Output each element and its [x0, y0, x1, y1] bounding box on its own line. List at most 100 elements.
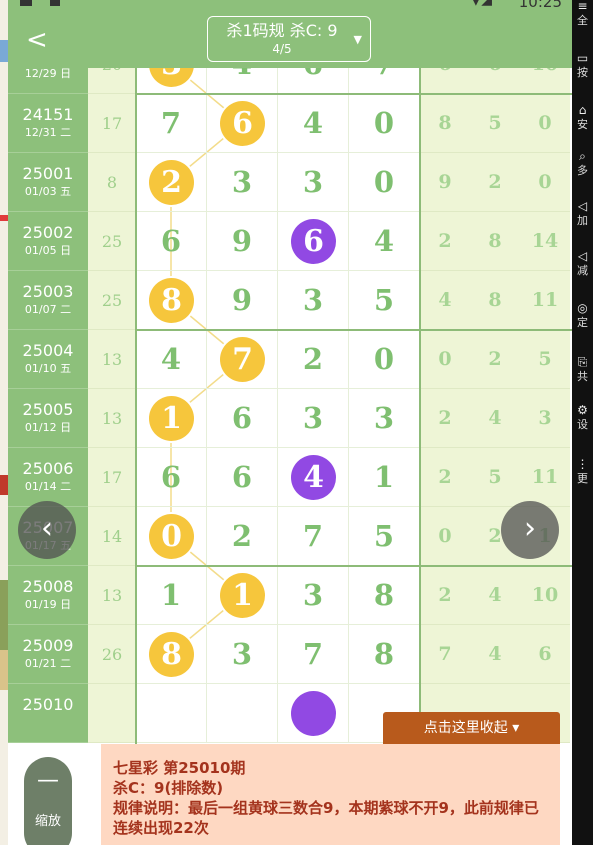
- sidebar-label: 全: [577, 14, 588, 27]
- stat-cell: 4: [470, 625, 520, 684]
- purple-ball: 4: [291, 455, 336, 500]
- period-cell: 25008 01/19 日: [8, 566, 88, 625]
- table-row: 25002 01/05 日 25 6 9 6 4 2 8 14: [8, 212, 572, 271]
- table-row: 25008 01/19 日 13 1 1 3 8 2 4 10: [8, 566, 572, 625]
- table-row: 25001 01/03 五82330920: [8, 153, 572, 212]
- sidebar-item[interactable]: ⚙ 设: [572, 404, 593, 432]
- stat-cell: 9: [420, 153, 470, 212]
- back-button[interactable]: <: [26, 26, 50, 54]
- dropdown-caret-icon: ▼: [353, 33, 362, 46]
- stat-cell: 8: [470, 212, 520, 271]
- digit-cell: 3: [136, 68, 207, 94]
- digit-cell: [278, 684, 349, 743]
- system-side-toolbar: ≡ 全 ▭ 按 ⌂ 安 ⌕ 多 ◁ 加 ◁ 减 ◎ 定 ⎘ 共 ⚙ 设 ⋮ 更: [572, 0, 593, 845]
- sum-cell: 14: [88, 507, 136, 566]
- period-date: 01/14 二: [24, 480, 72, 493]
- stat-cell: 2: [420, 389, 470, 448]
- sidebar-icon: ▭: [576, 51, 589, 65]
- digit-cell: 6: [207, 94, 278, 153]
- period-date: 01/19 日: [24, 598, 72, 611]
- digit-cell: 1: [349, 448, 420, 507]
- digit-cell: 4: [136, 330, 207, 389]
- grid-divider: [136, 93, 572, 95]
- digit-cell: 0: [349, 330, 420, 389]
- sidebar-item[interactable]: ◁ 减: [572, 249, 593, 278]
- digit-cell: 0: [136, 507, 207, 566]
- stat-cell: 10: [520, 566, 570, 625]
- panel-kill-value: 杀C：9(排除数): [113, 779, 224, 797]
- digit-cell: 6: [207, 448, 278, 507]
- period-number: 25010: [22, 695, 74, 714]
- stat-cell: 10: [520, 68, 570, 94]
- collapse-panel-button[interactable]: 点击这里收起 ▾: [383, 712, 560, 744]
- digit-cell: 7: [278, 507, 349, 566]
- sidebar-item[interactable]: ◎ 定: [572, 301, 593, 330]
- table-row: 25003 01/07 二 25 8 9 3 5 4 8 11: [8, 271, 572, 330]
- digit-cell: 6: [278, 68, 349, 94]
- minus-icon: —: [37, 768, 59, 793]
- app-notification-icon: [50, 0, 60, 6]
- underlying-app-edge: [0, 0, 8, 845]
- sidebar-item[interactable]: ◁ 加: [572, 200, 593, 228]
- digit-cell: 2: [207, 507, 278, 566]
- stat-cell: 0: [420, 330, 470, 389]
- digit-cell: 6: [278, 212, 349, 271]
- sidebar-item[interactable]: ⋮ 更: [572, 458, 593, 486]
- period-cell: 25004 01/10 五: [8, 330, 88, 389]
- stat-cell: 6: [470, 68, 520, 94]
- digit-cell: 8: [136, 625, 207, 684]
- table-row: 2415012/29 日2034676610: [8, 68, 572, 94]
- stat-cell: 14: [520, 212, 570, 271]
- panel-issue-title: 七星彩 第25010期: [113, 759, 246, 777]
- digit-cell: 6: [136, 212, 207, 271]
- sum-cell: 20: [88, 68, 136, 94]
- table-row: 25005 01/12 日 13 1 6 3 3 2 4 3: [8, 389, 572, 448]
- rule-selector-dropdown[interactable]: 杀1码规 杀C: 9 4/5 ▼: [207, 16, 371, 62]
- period-number: 25004: [22, 341, 74, 360]
- sidebar-item[interactable]: ⎘ 共: [572, 356, 593, 384]
- digit-cell: 1: [207, 566, 278, 625]
- sidebar-label: 按: [577, 66, 588, 79]
- sidebar-item[interactable]: ▭ 按: [572, 51, 593, 80]
- status-bar: ▼◢ 10:25: [8, 0, 572, 12]
- notification-icon: [20, 0, 32, 6]
- digit-cell: 4: [207, 68, 278, 94]
- panel-rule-description: 规律说明：最后一组黄球三数合9，本期紫球不开9，此前规律已连续出现22次: [113, 799, 539, 837]
- digit-cell: 7: [207, 330, 278, 389]
- zoom-label: 缩放: [34, 814, 61, 829]
- grid-divider: [136, 329, 572, 331]
- period-date: 01/07 二: [24, 303, 72, 316]
- yellow-ball: 8: [149, 632, 194, 677]
- stat-cell: 4: [470, 566, 520, 625]
- sidebar-item[interactable]: ⌂ 安: [572, 104, 593, 132]
- sidebar-item[interactable]: ⌕ 多: [572, 150, 593, 178]
- sidebar-icon: ◁: [577, 249, 588, 263]
- digit-cell: 6: [136, 448, 207, 507]
- period-number: 25008: [22, 577, 74, 596]
- digit-cell: 0: [349, 153, 420, 212]
- sidebar-item[interactable]: ≡ 全: [572, 0, 593, 27]
- period-number: 25006: [22, 459, 74, 478]
- stat-cell: 4: [470, 389, 520, 448]
- digit-cell: 3: [278, 153, 349, 212]
- digit-cell: 3: [278, 389, 349, 448]
- table-row: 25004 01/10 五 13 4 7 2 0 0 2 5: [8, 330, 572, 389]
- next-arrow-button[interactable]: ›: [501, 501, 559, 559]
- app-screen: ▼◢ 10:25 < 杀1码规 杀C: 9 4/5 ▼ 2415012/29 日…: [0, 0, 593, 845]
- sidebar-icon: ◎: [577, 301, 588, 315]
- stat-cell: 2: [420, 566, 470, 625]
- stat-cell: 8: [470, 271, 520, 330]
- period-number: 25002: [22, 223, 74, 242]
- period-number: 25001: [22, 164, 74, 183]
- stat-cell: 5: [470, 448, 520, 507]
- rule-page-indicator: 4/5: [272, 42, 292, 56]
- period-date: 01/05 日: [24, 244, 72, 257]
- prev-arrow-button[interactable]: ‹: [18, 501, 76, 559]
- digit-cell: 3: [278, 271, 349, 330]
- period-cell: 25009 01/21 二: [8, 625, 88, 684]
- period-number: 25009: [22, 636, 74, 655]
- digit-cell: 5: [349, 507, 420, 566]
- stat-cell: 6: [520, 625, 570, 684]
- period-cell: 25005 01/12 日: [8, 389, 88, 448]
- zoom-button[interactable]: — 缩放: [24, 757, 72, 845]
